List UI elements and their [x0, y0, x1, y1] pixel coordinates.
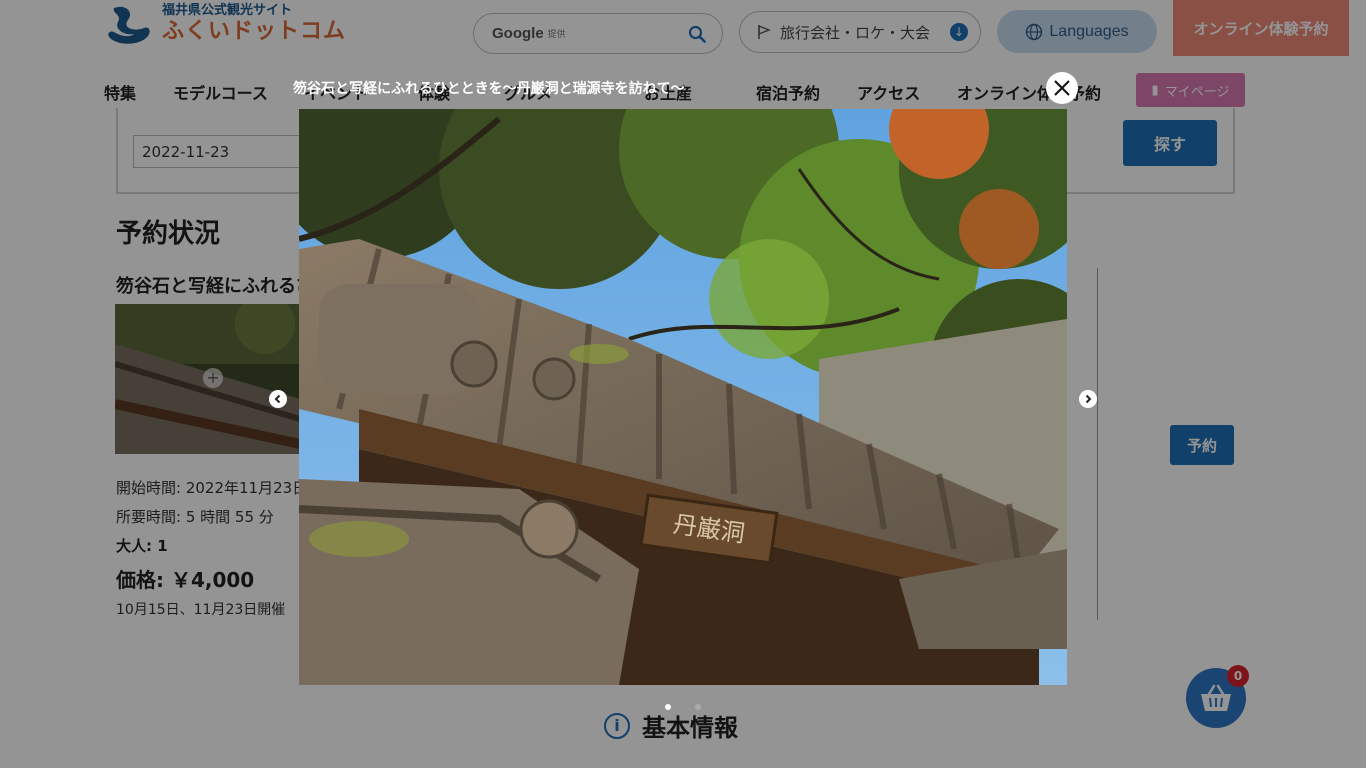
slide-dot-1[interactable]: [665, 704, 671, 710]
close-button[interactable]: [1046, 72, 1078, 104]
next-arrow[interactable]: [1079, 390, 1097, 408]
close-icon: [1054, 80, 1070, 96]
lightbox-image: 丹巌洞: [299, 109, 1067, 685]
chevron-left-icon: [274, 394, 281, 404]
temple-gate-photo: 丹巌洞: [299, 109, 1067, 685]
chevron-right-icon: [1085, 394, 1092, 404]
lightbox-caption: 笏谷石と写経にふれるひとときを～丹巌洞と瑞源寺を訪ねて～: [293, 81, 685, 97]
slide-dot-2[interactable]: [695, 704, 701, 710]
prev-arrow[interactable]: [269, 390, 287, 408]
